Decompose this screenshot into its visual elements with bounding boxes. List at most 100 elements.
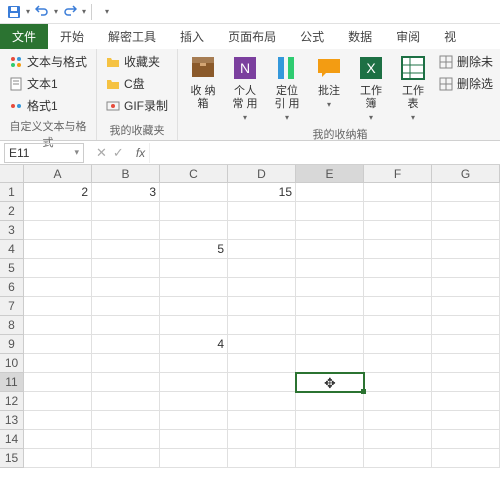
cell[interactable] xyxy=(364,259,432,278)
undo-button[interactable] xyxy=(32,2,52,22)
column-header[interactable]: F xyxy=(364,165,432,183)
cell[interactable] xyxy=(228,354,296,373)
tab-formula[interactable]: 公式 xyxy=(288,24,336,49)
accept-button[interactable]: ✓ xyxy=(113,145,124,161)
cell[interactable] xyxy=(296,297,364,316)
cell[interactable] xyxy=(228,373,296,392)
locate-button[interactable]: 定位引 用▾ xyxy=(268,51,306,124)
cell[interactable] xyxy=(24,240,92,259)
cell[interactable] xyxy=(228,392,296,411)
cell[interactable] xyxy=(364,240,432,259)
cell[interactable] xyxy=(364,373,432,392)
tab-insert[interactable]: 插入 xyxy=(168,24,216,49)
cell[interactable] xyxy=(160,183,228,202)
cell[interactable] xyxy=(364,335,432,354)
cell[interactable] xyxy=(432,240,500,259)
text1-button[interactable]: 文本1 xyxy=(6,73,90,94)
tab-data[interactable]: 数据 xyxy=(336,24,384,49)
favorites-button[interactable]: 收藏夹 xyxy=(103,51,171,72)
cell[interactable] xyxy=(432,449,500,468)
cell[interactable] xyxy=(160,430,228,449)
row-header[interactable]: 9 xyxy=(0,335,24,354)
cell[interactable] xyxy=(92,449,160,468)
cell[interactable] xyxy=(364,354,432,373)
column-header[interactable]: A xyxy=(24,165,92,183)
cell[interactable] xyxy=(24,449,92,468)
cell[interactable] xyxy=(296,278,364,297)
row-header[interactable]: 6 xyxy=(0,278,24,297)
cell[interactable] xyxy=(432,373,500,392)
cell[interactable] xyxy=(160,221,228,240)
cell[interactable] xyxy=(228,202,296,221)
cell[interactable] xyxy=(92,335,160,354)
column-header[interactable]: E xyxy=(296,165,364,183)
cell[interactable] xyxy=(228,240,296,259)
tab-pagelayout[interactable]: 页面布局 xyxy=(216,24,288,49)
column-header[interactable]: B xyxy=(92,165,160,183)
cell[interactable] xyxy=(364,221,432,240)
cell[interactable] xyxy=(228,335,296,354)
cell[interactable] xyxy=(432,392,500,411)
cell[interactable] xyxy=(432,335,500,354)
delete-unused-button[interactable]: 删除未 xyxy=(436,51,496,72)
cell[interactable] xyxy=(92,259,160,278)
worksheet-button[interactable]: 工作 表▾ xyxy=(394,51,432,124)
delete-selected-button[interactable]: 删除选 xyxy=(436,73,496,94)
cell[interactable] xyxy=(24,430,92,449)
row-header[interactable]: 8 xyxy=(0,316,24,335)
cell[interactable] xyxy=(432,354,500,373)
cell[interactable] xyxy=(432,411,500,430)
tab-home[interactable]: 开始 xyxy=(48,24,96,49)
cell[interactable] xyxy=(24,316,92,335)
row-header[interactable]: 15 xyxy=(0,449,24,468)
cell[interactable] xyxy=(296,411,364,430)
cell[interactable] xyxy=(432,202,500,221)
comment-button[interactable]: 批注▾ xyxy=(310,51,348,111)
tab-file[interactable]: 文件 xyxy=(0,24,48,49)
cell[interactable] xyxy=(432,278,500,297)
cell[interactable] xyxy=(228,430,296,449)
cell[interactable] xyxy=(92,373,160,392)
cell[interactable] xyxy=(364,202,432,221)
cell[interactable] xyxy=(24,411,92,430)
cell[interactable] xyxy=(160,202,228,221)
cell[interactable] xyxy=(364,297,432,316)
cell[interactable] xyxy=(296,221,364,240)
fx-label[interactable]: fx xyxy=(132,146,149,160)
cell[interactable] xyxy=(24,221,92,240)
cell[interactable] xyxy=(92,392,160,411)
cell[interactable] xyxy=(160,354,228,373)
row-header[interactable]: 2 xyxy=(0,202,24,221)
cell[interactable] xyxy=(92,221,160,240)
workbook-button[interactable]: X工作 簿▾ xyxy=(352,51,390,124)
cell[interactable] xyxy=(296,449,364,468)
cell[interactable] xyxy=(160,316,228,335)
row-header[interactable]: 4 xyxy=(0,240,24,259)
cell[interactable] xyxy=(160,392,228,411)
cell[interactable] xyxy=(296,392,364,411)
cell[interactable] xyxy=(24,335,92,354)
cell[interactable] xyxy=(92,202,160,221)
cell[interactable] xyxy=(296,316,364,335)
cell[interactable] xyxy=(364,411,432,430)
undo-dropdown-icon[interactable]: ▾ xyxy=(54,7,58,16)
row-header[interactable]: 11 xyxy=(0,373,24,392)
tab-review[interactable]: 审阅 xyxy=(384,24,432,49)
row-header[interactable]: 10 xyxy=(0,354,24,373)
column-header[interactable]: D xyxy=(228,165,296,183)
cell[interactable] xyxy=(24,354,92,373)
cell[interactable] xyxy=(160,297,228,316)
cdrive-button[interactable]: C盘 xyxy=(103,73,171,94)
cell[interactable] xyxy=(296,430,364,449)
cell[interactable] xyxy=(24,259,92,278)
cell[interactable] xyxy=(296,183,364,202)
cell[interactable] xyxy=(92,316,160,335)
cell[interactable] xyxy=(24,297,92,316)
cell[interactable] xyxy=(92,354,160,373)
gif-record-button[interactable]: GIF录制 xyxy=(103,95,171,116)
cell[interactable] xyxy=(296,240,364,259)
cell[interactable] xyxy=(296,354,364,373)
cell[interactable] xyxy=(160,449,228,468)
row-header[interactable]: 7 xyxy=(0,297,24,316)
cell[interactable] xyxy=(160,373,228,392)
